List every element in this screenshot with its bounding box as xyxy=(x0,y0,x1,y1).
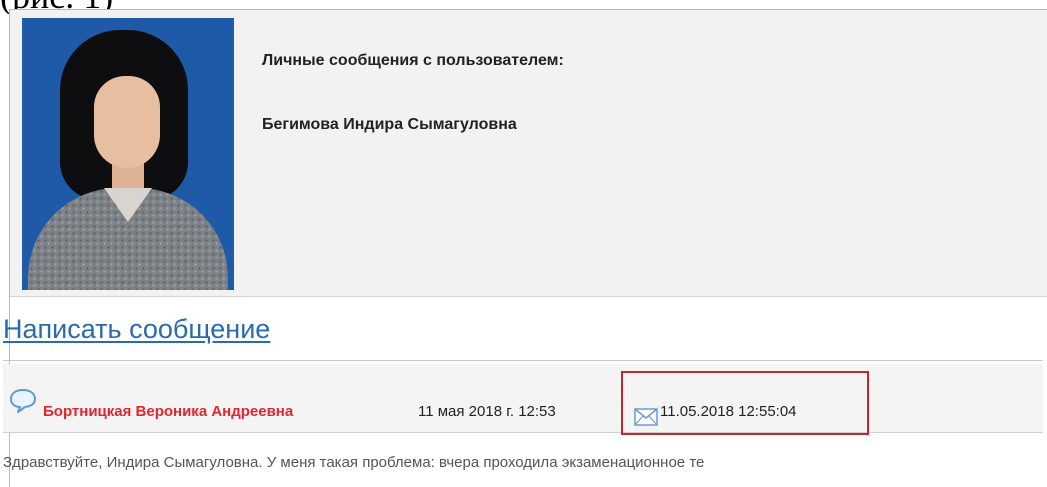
conversation-label: Личные сообщения с пользователем: xyxy=(262,52,564,69)
avatar-face xyxy=(94,76,160,168)
message-header-divider xyxy=(3,432,1043,433)
sent-date: 11 мая 2018 г. 12:53 xyxy=(418,403,556,420)
message-header xyxy=(3,364,1043,432)
write-message-link[interactable]: Написать сообщение xyxy=(3,314,270,345)
read-date: 11.05.2018 12:55:04 xyxy=(660,403,797,420)
envelope-icon xyxy=(634,408,658,426)
avatar xyxy=(22,18,234,290)
message-text: Здравствуйте, Индира Сымагуловна. У меня… xyxy=(3,454,705,471)
conversation-user-name: Бегимова Индира Сымагуловна xyxy=(262,116,517,133)
speech-bubble-icon[interactable] xyxy=(9,388,37,414)
sender-name[interactable]: Бортницкая Вероника Андреевна xyxy=(43,403,293,420)
divider xyxy=(3,360,1043,361)
conversation-header: Личные сообщения с пользователем: Бегимо… xyxy=(10,10,1047,297)
